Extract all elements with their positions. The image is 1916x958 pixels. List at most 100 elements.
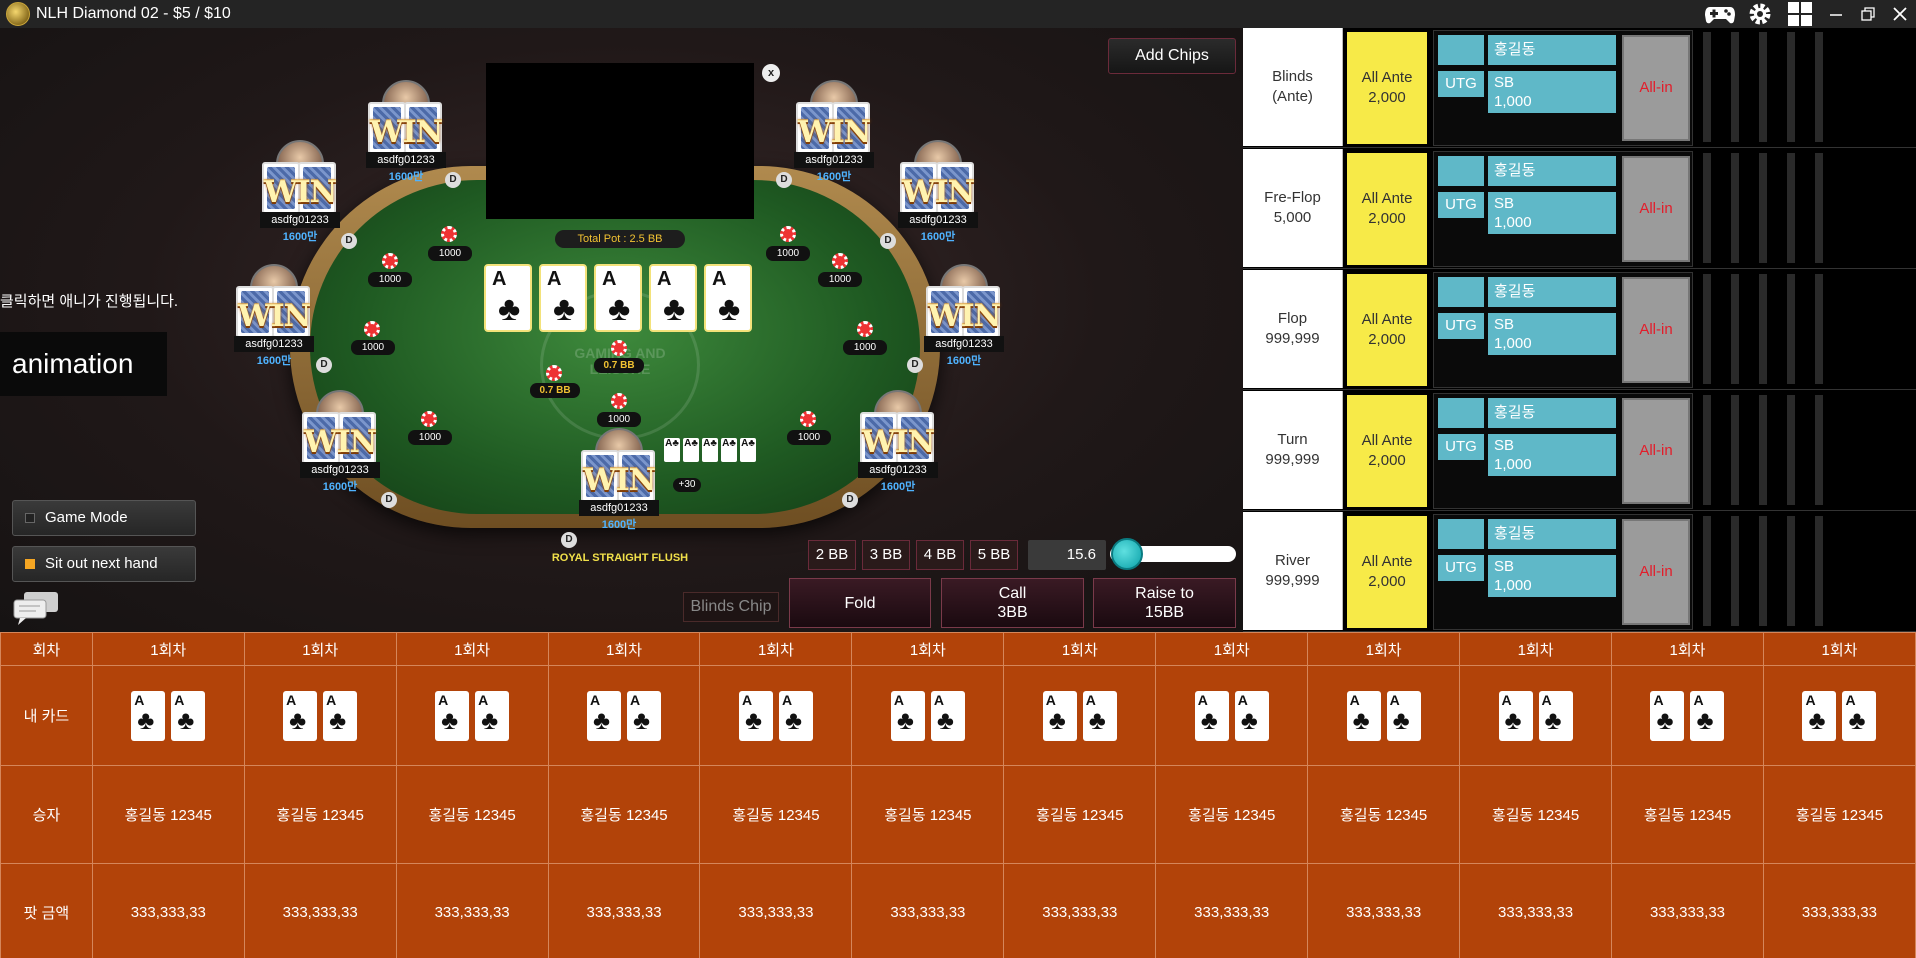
log-slot [1731, 32, 1739, 142]
bet-slider-handle[interactable] [1110, 538, 1143, 570]
bet-4bb-button[interactable]: 4 BB [916, 540, 964, 570]
checkbox[interactable] [25, 559, 35, 569]
log-slot [1815, 516, 1823, 626]
win-badge: WIN [797, 115, 871, 150]
log-slots [1703, 395, 1903, 505]
minimize-icon[interactable] [1820, 0, 1852, 28]
player-seat[interactable]: WIN asdfg01233 1600만 [254, 140, 346, 250]
pot-cell: 333,333,33 [1307, 863, 1461, 958]
pot-cell: 333,333,33 [547, 863, 701, 958]
player-stack: 1600만 [388, 171, 424, 183]
chat-icon[interactable] [12, 590, 60, 626]
checkbox[interactable] [25, 513, 35, 523]
log-slot [1787, 32, 1795, 142]
bb-bet-amount: 0.7 BB [530, 383, 580, 398]
restore-icon[interactable] [1852, 0, 1884, 28]
action-log-row: River 999,999 All Ante 2,000 홍길동 UTG SB … [1243, 512, 1916, 632]
bet-5bb-button[interactable]: 5 BB [970, 540, 1018, 570]
player-seat[interactable]: WIN asdfg01233 1600만 [294, 390, 386, 500]
history-card: A ♣ [1842, 690, 1877, 741]
player-seat[interactable]: WIN asdfg01233 1600만 [788, 80, 880, 190]
player-seat[interactable]: WIN asdfg01233 1600만 [852, 390, 944, 500]
player-seat[interactable]: WIN asdfg01233 1600만 [228, 264, 320, 374]
raise-button[interactable]: Raise to 15BB [1093, 578, 1236, 628]
player-seat[interactable]: WIN asdfg01233 1600만 [918, 264, 1010, 374]
chip-icon [780, 226, 796, 242]
club-icon: ♣ [1392, 704, 1410, 735]
history-card: A ♣ [587, 690, 622, 741]
dealer-button: D [561, 532, 577, 548]
blind-amount: 1,000 [1494, 577, 1532, 594]
player-stack: 1600만 [946, 355, 982, 367]
card-rank: A [547, 268, 562, 290]
ante-amount: 2,000 [1368, 573, 1406, 590]
blinds-chip-button[interactable]: Blinds Chip [683, 592, 779, 622]
card-rank: A [712, 268, 727, 290]
player-name: 홍길동 [1488, 156, 1616, 186]
close-icon[interactable] [1884, 0, 1916, 28]
chip-icon [611, 393, 627, 409]
call-button[interactable]: Call 3BB [941, 578, 1084, 628]
position-badge: UTG [1438, 555, 1484, 581]
blind-label: SB [1494, 437, 1515, 454]
position-slot [1438, 277, 1484, 307]
gear-icon[interactable] [1740, 0, 1780, 28]
call-label: Call [998, 585, 1027, 602]
all-in-badge: All-in [1622, 519, 1690, 625]
log-slot [1815, 274, 1823, 384]
pot-cell: 333,333,33 [1459, 863, 1613, 958]
history-card: A ♣ [738, 690, 773, 741]
action-log-panel: Blinds (Ante) All Ante 2,000 홍길동 UTG SB … [1243, 28, 1916, 632]
club-icon: ♣ [498, 290, 521, 328]
bet-amount: 1000 [428, 246, 472, 261]
ante-cell: All Ante 2,000 [1347, 32, 1427, 144]
log-slot [1787, 153, 1795, 263]
log-slot [1787, 516, 1795, 626]
video-close-button[interactable]: x [762, 64, 780, 82]
round-cell: 1회차 [851, 632, 1005, 666]
add-chips-button[interactable]: Add Chips [1108, 38, 1236, 74]
row-header: 내 카드 [0, 665, 93, 766]
my-cards-cell: A ♣ A ♣ [1155, 665, 1309, 766]
mini-card: A♣ [721, 438, 737, 462]
board-card: A ♣ [649, 264, 697, 332]
sit-out-label: Sit out next hand [45, 555, 158, 572]
animation-button[interactable]: animation [0, 332, 167, 396]
chip-icon [382, 253, 398, 269]
log-slot [1731, 274, 1739, 384]
ante-label: All Ante [1361, 432, 1413, 449]
win-badge: WIN [861, 425, 935, 460]
all-in-badge: All-in [1622, 156, 1690, 262]
hero-seat[interactable]: WIN asdfg01233 1600만 [573, 428, 665, 568]
player-seat[interactable]: WIN asdfg01233 1600만 [892, 140, 984, 250]
ante-cell: All Ante 2,000 [1347, 153, 1427, 265]
sit-out-toggle[interactable]: Sit out next hand [12, 546, 196, 582]
player-seat[interactable]: WIN asdfg01233 1600만 [360, 80, 452, 190]
player-name: asdfg01233 [924, 336, 1004, 352]
club-icon: ♣ [608, 290, 631, 328]
club-icon: ♣ [481, 704, 499, 735]
round-cell: 1회차 [1459, 632, 1613, 666]
player-name: asdfg01233 [260, 212, 340, 228]
club-icon: ♣ [744, 704, 762, 735]
fold-button[interactable]: Fold [789, 578, 931, 628]
winner-cell: 홍길동 12345 [1762, 765, 1916, 864]
bet-amount-field[interactable]: 15.6 [1028, 540, 1106, 570]
bet-2bb-button[interactable]: 2 BB [808, 540, 856, 570]
gamepad-icon[interactable] [1700, 0, 1740, 28]
player-stack: 1600만 [322, 481, 358, 493]
title-bar: NLH Diamond 02 - $5 / $10 [0, 0, 1916, 28]
chip-icon [441, 226, 457, 242]
history-card: A ♣ [1690, 690, 1725, 741]
all-in-badge: All-in [1622, 277, 1690, 383]
round-row: 회차 1회차 1회차 1회차 1회차 1회차 1회차 1회차 1회차 1회차 1회차 1회차 1회차 [0, 632, 1916, 666]
game-mode-toggle[interactable]: Game Mode [12, 500, 196, 536]
winner-cell: 홍길동 12345 [547, 765, 701, 864]
my-cards-cell: A ♣ A ♣ [1003, 665, 1157, 766]
street-cell: Turn 999,999 [1243, 391, 1343, 509]
grid-icon[interactable] [1780, 0, 1820, 28]
history-card: A ♣ [323, 690, 358, 741]
club-icon: ♣ [1696, 704, 1714, 735]
bet-3bb-button[interactable]: 3 BB [862, 540, 910, 570]
blind-cell: SB 1,000 [1488, 313, 1616, 355]
